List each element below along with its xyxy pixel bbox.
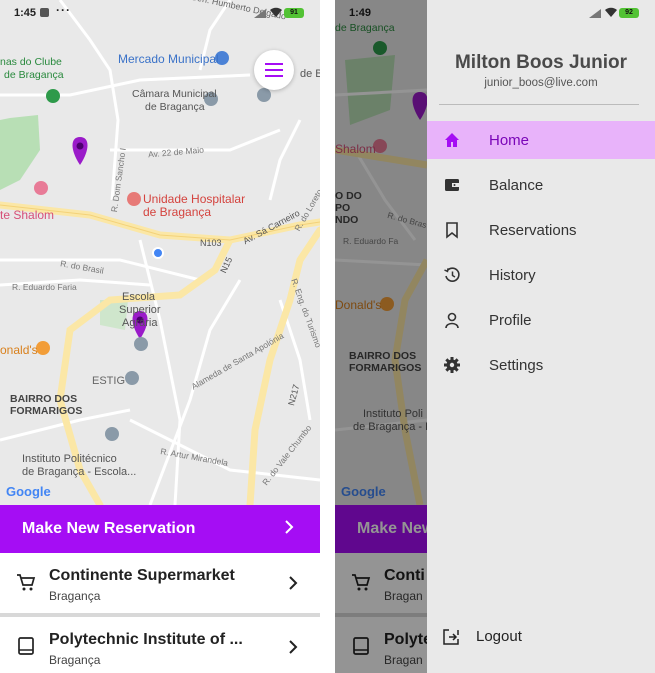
status-bar: 1:49 92 xyxy=(335,0,655,26)
poi-park-icon xyxy=(46,89,60,103)
status-time: 1:49 xyxy=(349,7,372,19)
map-label: de Bragança xyxy=(145,101,205,113)
nav-item-label: Profile xyxy=(489,312,532,329)
poi-institute-icon xyxy=(105,427,119,441)
map-label: te Shalom xyxy=(0,208,55,222)
signal-icon xyxy=(589,9,601,18)
nav-item-reservations[interactable]: Reservations xyxy=(427,211,655,249)
poi-hospital-icon xyxy=(127,192,141,206)
chevron-right-icon xyxy=(285,520,294,534)
map-label: FORMARIGOS xyxy=(10,405,83,417)
history-icon xyxy=(444,267,460,282)
map-label: ESTIG xyxy=(92,375,126,387)
drawer-divider xyxy=(439,104,639,105)
map-label: Superior xyxy=(119,304,161,316)
make-new-reservation-button[interactable]: Make New Reservation xyxy=(0,505,320,553)
more-notifications-icon: ··· xyxy=(56,3,71,17)
wifi-icon xyxy=(605,7,617,17)
map-label: N103 xyxy=(200,238,222,248)
bookmark-icon xyxy=(446,222,458,239)
google-logo: Google xyxy=(6,484,51,499)
places-list: Continente Supermarket Bragança Polytech… xyxy=(0,553,320,673)
battery-icon: 92 xyxy=(619,8,639,18)
battery-icon: 91 xyxy=(284,8,304,18)
nav-item-balance[interactable]: Balance xyxy=(427,166,655,204)
list-item-title: Continente Supermarket xyxy=(49,567,235,584)
map-label: BAIRRO DOS xyxy=(10,393,78,405)
map-label: de Bragança xyxy=(143,205,212,219)
current-location-dot xyxy=(152,247,164,259)
notification-icon xyxy=(40,8,49,17)
map-label: Agrária xyxy=(122,317,158,329)
list-item-subtitle: Bragança xyxy=(49,653,101,667)
status-time: 1:45 xyxy=(14,7,37,19)
hamburger-menu-icon xyxy=(265,63,283,77)
logout-button[interactable]: Logout xyxy=(441,625,641,649)
list-item-continente[interactable]: Continente Supermarket Bragança xyxy=(0,553,320,611)
cart-icon xyxy=(17,574,36,591)
drawer-open-screen: de Bragança Shalom O DO PO NDO R. do Bra… xyxy=(335,0,655,673)
map-label: de Bragança xyxy=(4,69,64,81)
main-screen: 1:45 ··· 91 nas do Clube de Bragança Mer… xyxy=(0,0,320,673)
poi-estig-icon xyxy=(125,371,139,385)
list-item-polytechnic[interactable]: Polytechnic Institute of ... Bragança xyxy=(0,617,320,673)
wallet-icon xyxy=(445,179,460,191)
make-new-reservation-label: Make New Reservation xyxy=(22,520,196,537)
map-label: Instituto Politécnico xyxy=(22,453,117,465)
nav-item-history[interactable]: History xyxy=(427,256,655,294)
user-name: Milton Boos Junior xyxy=(454,52,628,73)
map-label: R. Eduardo Faria xyxy=(12,282,77,292)
nav-item-label: Settings xyxy=(489,357,544,374)
map-label: nas do Clube xyxy=(0,56,62,68)
home-icon xyxy=(445,133,459,147)
nav-item-home[interactable]: Home xyxy=(427,121,655,159)
person-icon xyxy=(445,312,459,329)
signal-icon xyxy=(254,9,266,18)
list-item-subtitle: Bragança xyxy=(49,589,101,603)
wifi-icon xyxy=(270,7,282,17)
poi-hotel-icon xyxy=(34,181,48,195)
chevron-right-icon xyxy=(289,640,298,654)
user-email: junior_boos@live.com xyxy=(484,77,598,89)
menu-button[interactable] xyxy=(254,50,294,90)
nav-item-label: Reservations xyxy=(489,222,577,239)
map-label: onald's xyxy=(0,343,38,357)
map-label: de Bragança - Escola... xyxy=(22,466,137,478)
nav-item-label: Balance xyxy=(489,177,544,194)
logout-icon xyxy=(443,629,459,645)
nav-item-settings[interactable]: Settings xyxy=(427,346,655,384)
map-label: Escola xyxy=(122,291,156,303)
nav-item-label: Home xyxy=(489,132,530,149)
list-item-title: Polytechnic Institute of ... xyxy=(49,631,243,648)
poi-church-icon xyxy=(257,88,271,102)
map-label: Câmara Municipal xyxy=(132,88,217,100)
map-label: de B xyxy=(300,68,320,80)
chevron-right-icon xyxy=(289,576,298,590)
poi-restaurant-icon xyxy=(36,341,50,355)
logout-label: Logout xyxy=(476,628,522,645)
book-icon xyxy=(18,637,34,655)
status-bar: 1:45 ··· 91 xyxy=(0,0,320,26)
map-label: Unidade Hospitalar xyxy=(143,192,246,206)
map-label: Mercado Municipal xyxy=(118,52,219,66)
navigation-drawer: Milton Boos Junior junior_boos@live.com … xyxy=(427,0,655,673)
nav-item-profile[interactable]: Profile xyxy=(427,301,655,339)
nav-item-label: History xyxy=(489,267,536,284)
gear-icon xyxy=(444,357,460,373)
poi-school-icon xyxy=(134,337,148,351)
